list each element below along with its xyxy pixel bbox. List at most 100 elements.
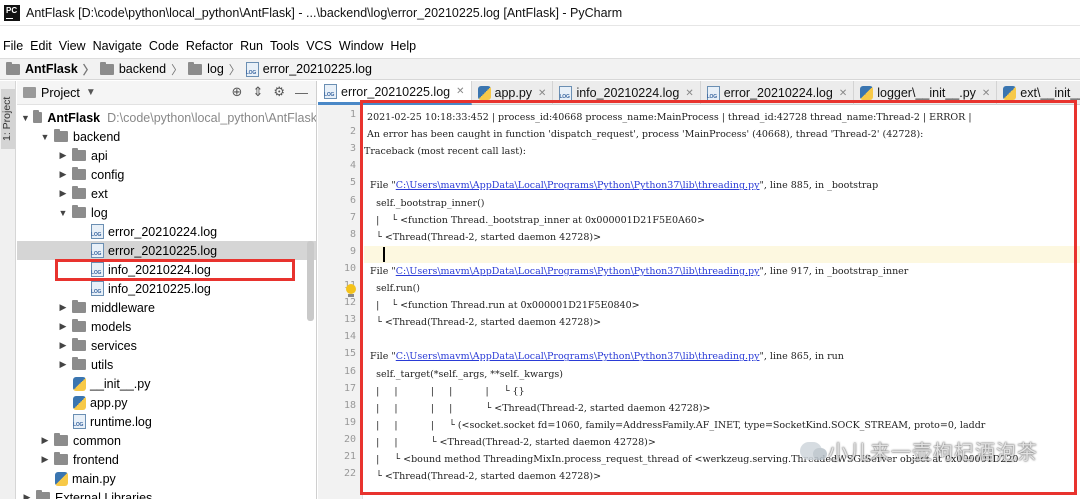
file-path-link[interactable]: C:\Users\mavm\AppData\Local\Programs\Pyt… (396, 351, 760, 362)
folder-icon (32, 110, 43, 123)
log-file-icon (559, 85, 573, 101)
breadcrumb-item-log[interactable]: log 〉 (188, 61, 246, 78)
tree-item-log[interactable]: ▼ log (17, 203, 316, 222)
file-path-link[interactable]: C:\Users\mavm\AppData\Local\Programs\Pyt… (396, 266, 760, 277)
tree-item-info-20210224-log[interactable]: info_20210224.log (17, 260, 316, 279)
menu-view[interactable]: View (56, 39, 90, 53)
menu-navigate[interactable]: Navigate (90, 39, 146, 53)
python-file-icon (55, 471, 68, 486)
chevron-right-icon[interactable]: ▶ (57, 169, 69, 180)
file-path-link[interactable]: C:\Users\mavm\AppData\Local\Programs\Pyt… (396, 180, 760, 191)
breadcrumb-item-file[interactable]: error_20210225.log (245, 61, 372, 77)
tree-item-main-py[interactable]: main.py (17, 469, 316, 488)
tab-app-py[interactable]: app.py ✕ (472, 81, 554, 105)
tab-info-20210224-log[interactable]: info_20210224.log ✕ (553, 81, 701, 105)
tree-item-frontend[interactable]: ▶ frontend (17, 450, 316, 469)
chevron-right-icon[interactable]: ▶ (57, 340, 69, 351)
tree-item-ext[interactable]: ▶ ext (17, 184, 316, 203)
tree-item-info-20210225-log[interactable]: info_20210225.log (17, 279, 316, 298)
line-number: 3 (349, 143, 356, 155)
text-caret (383, 246, 385, 262)
tree-item-runtime-log[interactable]: runtime.log (17, 412, 316, 431)
locate-icon[interactable]: ⊕ (232, 84, 243, 100)
line-number: 7 (349, 211, 356, 223)
close-icon[interactable]: ✕ (538, 88, 546, 99)
python-file-icon (1003, 86, 1017, 100)
tree-item-config[interactable]: ▶ config (17, 165, 316, 184)
folder-icon (72, 300, 86, 313)
line-number: 15 (343, 348, 356, 360)
code-line: self._bootstrap_inner() (364, 197, 485, 209)
chevron-down-icon[interactable]: ▼ (57, 208, 69, 218)
tree-item-init-py[interactable]: __init__.py (17, 374, 316, 393)
line-number: 22 (343, 468, 356, 480)
close-icon[interactable]: ✕ (982, 88, 990, 99)
chevron-down-icon[interactable]: ▼ (86, 87, 96, 98)
log-file-icon (324, 84, 337, 99)
tree-item-api[interactable]: ▶ api (17, 146, 316, 165)
python-file-icon (73, 395, 86, 410)
chevron-down-icon[interactable]: ▼ (39, 132, 51, 142)
close-icon[interactable]: ✕ (456, 86, 464, 97)
folder-icon (6, 61, 20, 75)
menu-file[interactable]: File (0, 39, 27, 53)
tab-logger-init-py[interactable]: logger\__init__.py ✕ (854, 81, 998, 105)
line-number: 13 (343, 314, 356, 326)
tab-error-20210225-log[interactable]: error_20210225.log ✕ (318, 81, 472, 105)
menu-window[interactable]: Window (336, 39, 387, 53)
collapse-all-icon[interactable]: ⇕ (252, 84, 263, 100)
tab-ext-init-py[interactable]: ext\__init__.py ✕ (997, 81, 1080, 105)
lightbulb-icon[interactable] (345, 284, 357, 298)
close-icon[interactable]: ✕ (839, 88, 847, 99)
close-icon[interactable]: ✕ (685, 88, 693, 99)
menu-refactor[interactable]: Refactor (183, 39, 237, 53)
code-text: ", line 917, in _bootstrap_inner (759, 265, 909, 277)
menu-vcs[interactable]: VCS (303, 39, 336, 53)
breadcrumb-item-backend[interactable]: backend 〉 (99, 61, 188, 78)
code-text: ", line 865, in run (759, 351, 844, 363)
chevron-right-icon[interactable]: ▶ (57, 302, 69, 313)
tree-item-app-py[interactable]: app.py (17, 393, 316, 412)
menu-run[interactable]: Run (237, 39, 267, 53)
tree-item-backend[interactable]: ▼ backend (17, 127, 316, 146)
tree-item-error-20210225-log[interactable]: error_20210225.log (17, 241, 316, 260)
tree-item-utils[interactable]: ▶ utils (17, 355, 316, 374)
hide-icon[interactable]: — (295, 85, 308, 100)
tab-error-20210224-log[interactable]: error_20210224.log ✕ (701, 81, 855, 105)
chevron-right-icon[interactable]: ▶ (57, 188, 69, 199)
project-panel-header: Project ▼ ⊕ ⇕ ⚙ — (17, 81, 316, 105)
line-number: 16 (343, 365, 356, 377)
chevron-right-icon[interactable]: ▶ (57, 321, 69, 332)
log-file-icon (73, 414, 86, 429)
code-line: └ <Thread(Thread-2, started daemon 42728… (364, 231, 602, 243)
tree-item-common[interactable]: ▶ common (17, 431, 316, 450)
chevron-right-icon[interactable]: ▶ (57, 150, 69, 161)
line-number: 18 (343, 399, 356, 411)
menu-code[interactable]: Code (146, 39, 183, 53)
project-view-selector[interactable]: Project (41, 86, 80, 100)
chevron-right-icon[interactable]: ▶ (57, 359, 69, 370)
code-line: └ <Thread(Thread-2, started daemon 42728… (364, 317, 602, 329)
menu-edit[interactable]: Edit (27, 39, 56, 53)
tree-item-models[interactable]: ▶ models (17, 317, 316, 336)
tree-item-services[interactable]: ▶ services (17, 336, 316, 355)
project-tool-button[interactable]: 1: Project (1, 89, 15, 149)
menu-tools[interactable]: Tools (267, 39, 303, 53)
chevron-right-icon[interactable]: ▶ (39, 435, 51, 446)
breadcrumb-item-project[interactable]: AntFlask 〉 (6, 61, 100, 78)
code-line: File "C:\Users\mavm\AppData\Local\Progra… (364, 263, 1080, 280)
gear-icon[interactable]: ⚙ (273, 84, 285, 100)
tree-item-middleware[interactable]: ▶ middleware (17, 298, 316, 317)
code-text: File " (364, 180, 396, 192)
line-number: 2 (349, 126, 356, 138)
chevron-right-icon[interactable]: ▶ (39, 454, 51, 465)
project-scrollbar[interactable] (307, 241, 314, 321)
chevron-right-icon[interactable]: ▶ (21, 492, 33, 499)
tree-item-antflask[interactable]: ▼ AntFlask D:\code\python\local_python\A… (17, 108, 316, 127)
tree-item-error-20210224-log[interactable]: error_20210224.log (17, 222, 316, 241)
chevron-down-icon[interactable]: ▼ (21, 113, 30, 123)
menu-bar: File Edit View Navigate Code Refactor Ru… (0, 36, 1080, 56)
tree-item-external-libraries[interactable]: ▶ External Libraries (17, 488, 316, 499)
menu-help[interactable]: Help (387, 39, 420, 53)
